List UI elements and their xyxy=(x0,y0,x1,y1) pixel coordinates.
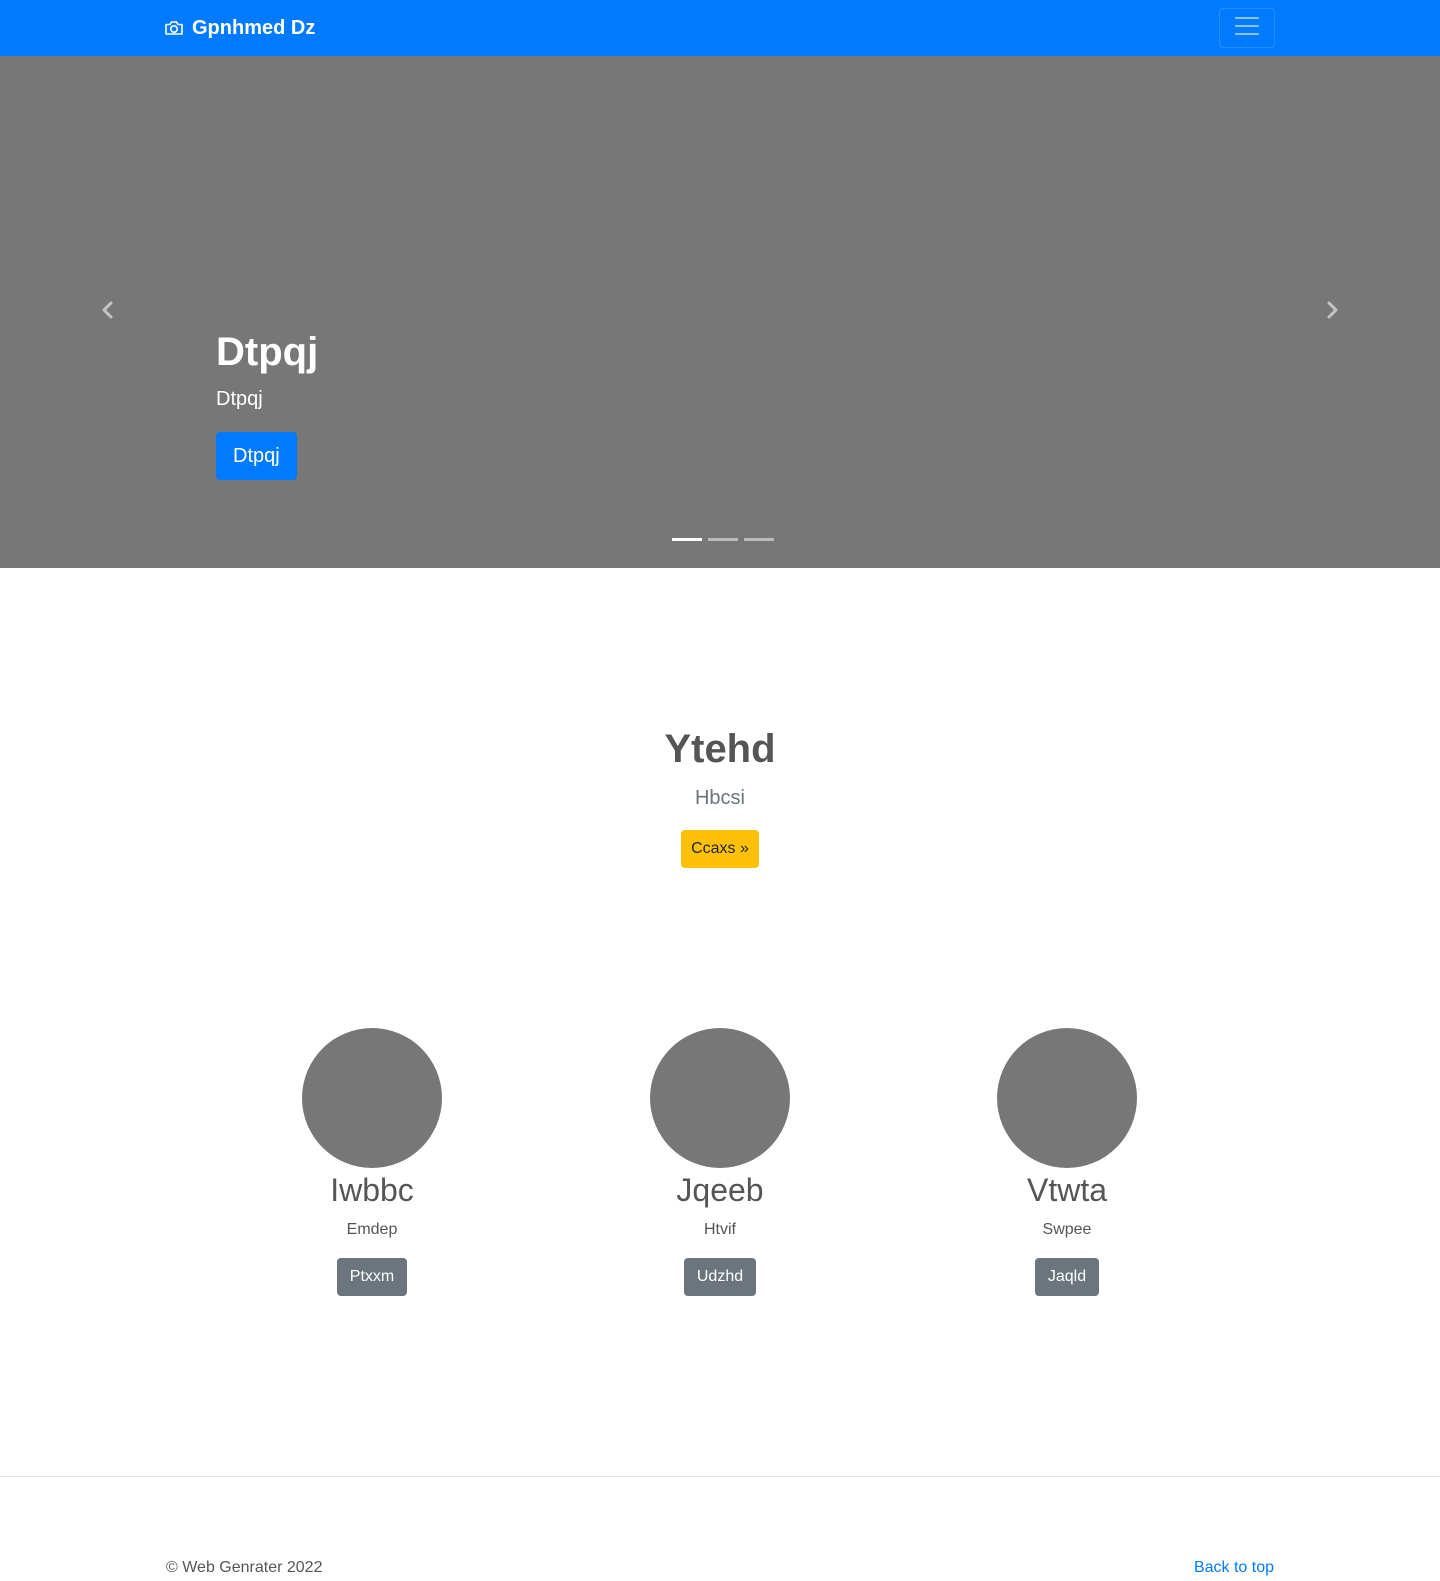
feature-button[interactable]: Ptxxm xyxy=(336,1258,408,1296)
copyright-text: © Web Genrater 2022 xyxy=(166,1559,323,1576)
camera-icon xyxy=(164,18,184,38)
carousel-title: Dtpqj xyxy=(216,330,319,374)
feature-card: Jqeeb Htvif Udzhd xyxy=(570,1028,870,1296)
navbar-toggler-button[interactable] xyxy=(1219,8,1275,48)
feature-title: Jqeeb xyxy=(676,1172,764,1208)
carousel-indicator-1[interactable] xyxy=(672,538,702,541)
carousel-cta-button[interactable]: Dtpqj xyxy=(216,432,297,480)
carousel-next-button[interactable] xyxy=(1312,292,1352,332)
feature-button[interactable]: Udzhd xyxy=(683,1258,757,1296)
navbar: Gpnhmed Dz xyxy=(0,0,1440,56)
intro-cta-button[interactable]: Ccaxs » xyxy=(681,830,759,868)
feature-button[interactable]: Jaqld xyxy=(1034,1258,1100,1296)
feature-title: Vtwta xyxy=(1026,1172,1108,1208)
feature-text: Swpee xyxy=(1042,1221,1092,1238)
hero-carousel: Dtpqj Dtpqj Dtpqj xyxy=(0,56,1440,568)
brand-link[interactable]: Gpnhmed Dz xyxy=(164,0,315,56)
intro-title: Ytehd xyxy=(664,727,776,771)
footer-divider xyxy=(0,1476,1440,1477)
feature-title: Iwbbc xyxy=(330,1172,414,1208)
feature-card: Vtwta Swpee Jaqld xyxy=(917,1028,1217,1296)
carousel-prev-button[interactable] xyxy=(88,292,128,332)
carousel-indicators xyxy=(669,538,777,541)
chevron-right-icon xyxy=(1322,300,1342,325)
brand-name: Gpnhmed Dz xyxy=(192,16,316,39)
feature-avatar xyxy=(997,1028,1137,1168)
chevron-left-icon xyxy=(98,300,118,325)
carousel-indicator-3[interactable] xyxy=(744,538,774,541)
feature-avatar xyxy=(302,1028,442,1168)
carousel-indicator-2[interactable] xyxy=(708,538,738,541)
carousel-subtitle: Dtpqj xyxy=(216,388,263,410)
feature-avatar xyxy=(650,1028,790,1168)
intro-lead: Hbcsi xyxy=(694,787,745,809)
menu-icon xyxy=(1232,11,1262,46)
feature-card: Iwbbc Emdep Ptxxm xyxy=(222,1028,522,1296)
feature-text: Emdep xyxy=(346,1221,398,1238)
carousel-caption: Dtpqj Dtpqj Dtpqj xyxy=(216,328,318,480)
feature-text: Htvif xyxy=(704,1221,736,1238)
back-to-top-link[interactable]: Back to top xyxy=(1194,1558,1274,1578)
